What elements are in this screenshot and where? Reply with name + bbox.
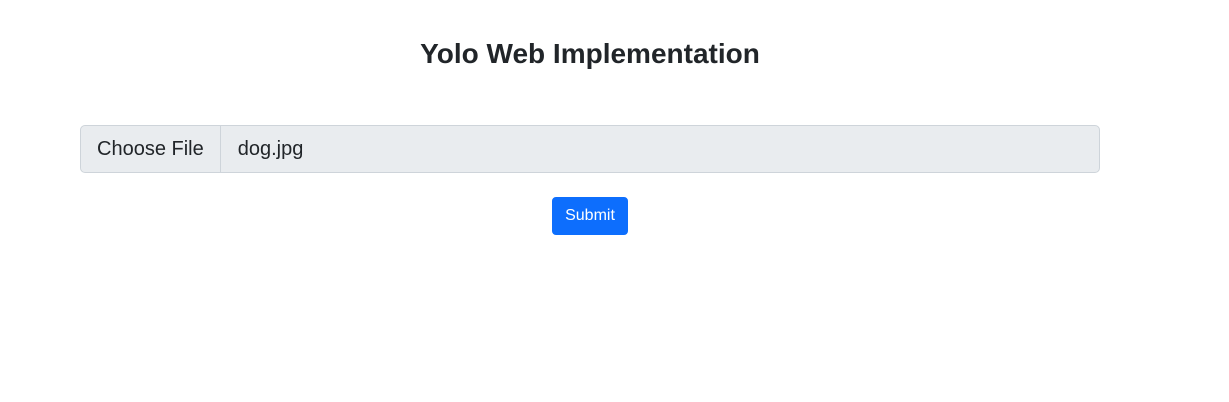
page-title: Yolo Web Implementation xyxy=(420,38,760,69)
file-input[interactable]: Choose File dog.jpg xyxy=(80,125,1100,173)
selected-file-name: dog.jpg xyxy=(237,137,304,160)
submit-button[interactable]: Submit xyxy=(552,197,628,235)
choose-file-button[interactable]: Choose File xyxy=(81,126,221,172)
page: Yolo Web Implementation Choose File dog.… xyxy=(0,0,1229,402)
